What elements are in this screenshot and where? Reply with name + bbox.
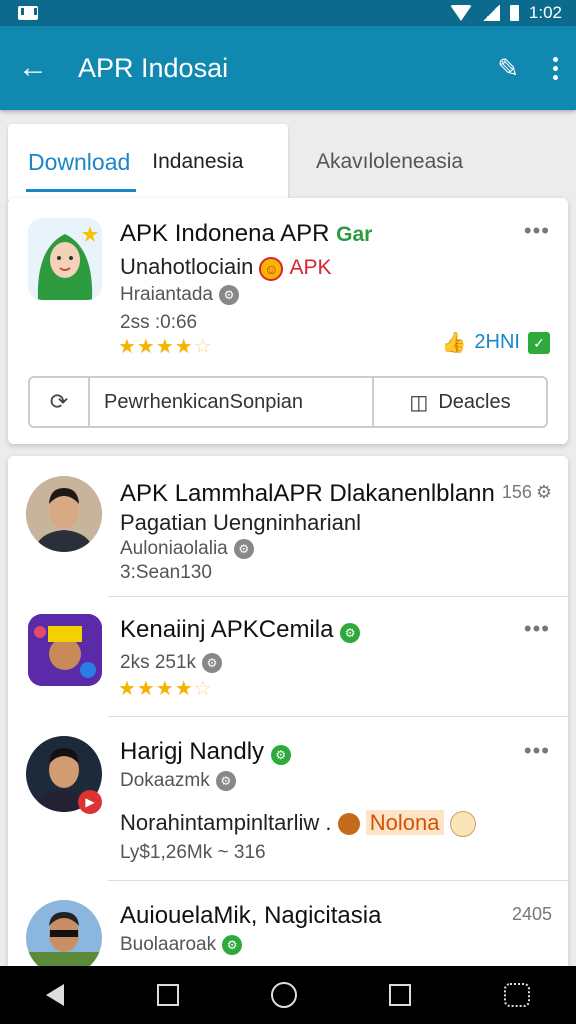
featured-app-badge: Gar [336, 223, 373, 246]
list-item-subtitle: Norahintampinltarliw . Nolona [120, 810, 476, 838]
video-badge-icon: ▶ [78, 790, 102, 814]
status-bar: 1:02 [0, 0, 576, 26]
list-item-meta: 2ks 251k ⚙ [120, 652, 223, 674]
verified-icon: ⚙ [270, 745, 291, 765]
featured-action-bar: ⟳ PewrhenkicanSonpian ◫ Deacles [28, 376, 548, 428]
gear-icon: ⚙ [202, 653, 223, 673]
nav-recents-icon[interactable] [389, 984, 412, 1006]
list-item-extra: Ly$1,26Mk ~ 316 [120, 842, 266, 863]
bag-icon: ◫ [409, 391, 429, 414]
list-item-name[interactable]: AuiouelaMik, Nagicitasia [120, 902, 381, 930]
featured-app-subtitle: Unahotlociain ☺ APK [120, 254, 332, 281]
verified-icon: ⚙ [222, 935, 243, 955]
app-bar: ← APR Indosai ✎ [0, 26, 576, 110]
list-item-meta: Dokaazmk ⚙ [120, 770, 236, 792]
emoji-icon [449, 811, 476, 838]
featured-app-meta: Hraiantada ⚙ [120, 284, 239, 306]
status-time: 1:02 [528, 3, 562, 22]
nav-extra-icon[interactable] [503, 983, 530, 1007]
app-icon-game [28, 614, 102, 686]
divider [108, 596, 568, 597]
featured-app-name: APK Indonena APR Gar [120, 220, 373, 247]
system-nav-bar [0, 966, 576, 1024]
tag-label: Nolona [365, 810, 444, 835]
more-icon[interactable]: ••• [524, 616, 550, 642]
featured-rating-stars: ★★★★☆ [118, 336, 213, 358]
tab-akavi-label: Akavıloleneasia [316, 150, 464, 173]
edit-icon[interactable]: ✎ [497, 53, 519, 84]
thumbs-up-label: 2HNI [474, 331, 520, 353]
status-icons: 1:02 [449, 3, 562, 23]
more-icon[interactable]: ••• [524, 738, 550, 764]
battery-icon [509, 5, 519, 21]
list-item-subtitle: Pagatian Uengninharianl [120, 510, 361, 535]
page-title: APR Indosai [78, 52, 229, 83]
list-item-meta: Auloniaolalia ⚙ [120, 538, 254, 560]
list-item-count: 156 ⚙ [501, 482, 552, 502]
featured-app-stat: 2ss :0:66 [120, 312, 198, 333]
list-item-name[interactable]: APK LammhalAPR Dlakanenlblann [120, 480, 495, 508]
list-item-meta: Buolaaroak ⚙ [120, 934, 243, 956]
avatar-man-sunglasses [26, 900, 102, 966]
apk-tag: APK [289, 256, 332, 279]
tab-indanesia-label[interactable]: Indanesia [152, 150, 243, 174]
check-icon: ✓ [528, 331, 550, 354]
mail-icon [18, 6, 38, 20]
app-list: APK LammhalAPR Dlakanenlblann Pagatian U… [8, 456, 568, 966]
gear-icon: ⚙ [218, 285, 239, 305]
thumbs-up-icon: 👍 [441, 332, 467, 354]
arrow-left-icon[interactable]: ← [18, 51, 54, 85]
wifi-icon [449, 5, 472, 21]
nav-square-icon[interactable] [156, 984, 179, 1006]
list-item-name[interactable]: Kenaiinj APKCemila ⚙ [120, 616, 361, 644]
gear-icon: ⚙ [233, 539, 254, 559]
fire-icon [337, 813, 360, 836]
smile-icon: ☺ [259, 257, 284, 281]
details-button[interactable]: ◫ Deacles [374, 390, 546, 415]
app-icon-hijab [28, 218, 102, 300]
tab-download[interactable]: Download Indanesia [8, 124, 288, 200]
featured-more-icon[interactable]: ••• [524, 218, 550, 244]
tab-akavi[interactable]: Akavıloleneasia [288, 124, 568, 200]
avatar-man-suit [26, 476, 102, 552]
refresh-icon[interactable]: ⟳ [30, 378, 90, 426]
verified-icon: ⚙ [340, 623, 361, 643]
divider [108, 880, 568, 881]
details-label: Deacles [438, 390, 511, 413]
tab-bar: Download Indanesia Akavıloleneasia [8, 124, 568, 200]
tab-download-label: Download [25, 148, 137, 192]
thumbs-up-badge[interactable]: 👍 2HNI ✓ [442, 330, 550, 355]
list-item-extra: 3:Sean130 [120, 562, 212, 583]
featured-app-card[interactable]: APK Indonena APR Gar Unahotlociain ☺ APK … [8, 198, 568, 444]
list-item-name[interactable]: Harigj Nandly ⚙ [120, 738, 291, 766]
list-item-rating-stars: ★★★★☆ [118, 678, 213, 700]
action-mid-button[interactable]: PewrhenkicanSonpian [90, 378, 374, 426]
divider [108, 716, 568, 717]
gear-icon: ⚙ [215, 771, 236, 791]
nav-home-icon[interactable] [270, 982, 297, 1008]
list-item-count: 2405 [511, 904, 552, 924]
nav-back-icon[interactable] [46, 984, 65, 1006]
more-vert-icon[interactable] [553, 56, 558, 80]
signal-icon [481, 5, 500, 21]
gear-icon: ⚙ [535, 482, 552, 502]
